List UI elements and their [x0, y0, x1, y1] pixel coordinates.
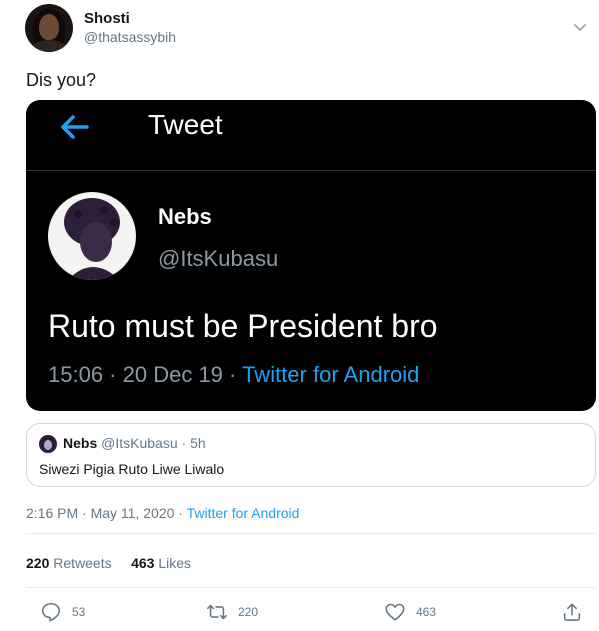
like-count: 463: [416, 605, 437, 619]
screenshot-meta: 15:06 · 20 Dec 19 · Twitter for Android: [48, 362, 420, 387]
screenshot-avatar: [48, 192, 136, 280]
tweet-date[interactable]: May 11, 2020: [91, 505, 175, 521]
reply-icon: [41, 602, 61, 622]
action-bar: 53 220 463: [26, 598, 596, 626]
screenshot-time: 15:06: [48, 362, 104, 387]
reply-button[interactable]: 53: [40, 598, 85, 626]
retweets-count: 220: [26, 555, 50, 571]
retweets-label: Retweets: [53, 555, 112, 571]
quoted-display-name: Nebs: [63, 435, 98, 451]
quoted-header: Nebs @ItsKubasu · 5h: [63, 435, 206, 451]
likes-stat[interactable]: 463 Likes: [131, 555, 191, 571]
retweets-stat[interactable]: 220 Retweets: [26, 555, 112, 571]
likes-count: 463: [131, 555, 155, 571]
quoted-tweet[interactable]: Nebs @ItsKubasu · 5h Siwezi Pigia Ruto L…: [26, 423, 596, 487]
share-icon: [563, 603, 581, 621]
engagement-stats: 220 Retweets 463 Likes: [26, 555, 191, 571]
reply-count: 53: [72, 605, 86, 619]
screenshot-title: Tweet: [148, 109, 223, 140]
divider: [26, 587, 596, 588]
like-button[interactable]: 463: [384, 598, 436, 626]
retweet-button[interactable]: 220: [206, 598, 258, 626]
quoted-handle: @ItsKubasu: [101, 435, 178, 451]
quoted-text: Siwezi Pigia Ruto Liwe Liwalo: [39, 461, 225, 477]
attached-screenshot-image[interactable]: Tweet Nebs @ItsKubasu Ruto must be Presi…: [26, 100, 596, 411]
author-display-name[interactable]: Shosti: [84, 10, 130, 27]
heart-icon: [385, 603, 405, 621]
author-handle[interactable]: @thatsassybih: [84, 29, 176, 45]
chevron-down-icon[interactable]: [571, 18, 589, 36]
retweet-icon: [207, 604, 227, 620]
quoted-avatar: [39, 435, 57, 453]
divider: [26, 533, 596, 534]
screenshot-tweet-text: Ruto must be President bro: [48, 308, 438, 344]
likes-label: Likes: [158, 555, 191, 571]
back-arrow-icon: [61, 115, 89, 139]
quoted-age: 5h: [190, 435, 206, 451]
tweet-time[interactable]: 2:16 PM: [26, 505, 78, 521]
share-button[interactable]: [561, 598, 583, 626]
screenshot-display-name: Nebs: [158, 204, 212, 229]
screenshot-source: Twitter for Android: [242, 362, 420, 387]
screenshot-date: 20 Dec 19: [122, 362, 223, 387]
author-avatar[interactable]: [25, 4, 73, 52]
screenshot-divider: [26, 170, 596, 171]
retweet-count: 220: [238, 605, 259, 619]
tweet-text: Dis you?: [26, 70, 97, 90]
tweet-header: Shosti @thatsassybih: [25, 4, 599, 52]
tweet-timestamp: 2:16 PM · May 11, 2020 · Twitter for And…: [26, 505, 300, 521]
screenshot-handle: @ItsKubasu: [158, 246, 279, 271]
tweet-source-link[interactable]: Twitter for Android: [187, 505, 300, 521]
